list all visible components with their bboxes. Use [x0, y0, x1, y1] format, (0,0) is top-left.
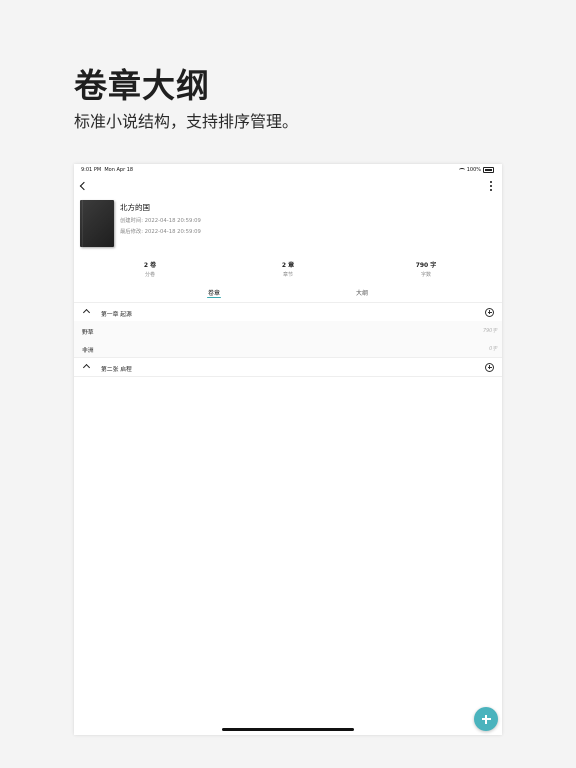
- book-title: 北方的国: [120, 203, 150, 212]
- book-cover[interactable]: [80, 200, 114, 247]
- stat-value: 790 字: [415, 262, 437, 269]
- stat-words: 790 字 字数: [391, 260, 461, 278]
- chevron-up-icon[interactable]: [82, 308, 91, 316]
- volume-title: 第二张 启程: [101, 366, 132, 373]
- stat-volumes: 2 卷 分卷: [115, 260, 185, 278]
- tab-outline[interactable]: 大纲: [342, 288, 382, 297]
- volume-title: 第一章 起源: [101, 311, 132, 318]
- status-right: 100%: [458, 167, 494, 173]
- book-info: 北方的国 创建时间: 2022-04-18 20:59:09 最后修改: 202…: [80, 200, 490, 250]
- volume-row[interactable]: 第一章 起源: [74, 303, 502, 322]
- stat-value: 2 章: [281, 262, 295, 269]
- tab-active-indicator: [207, 297, 221, 299]
- more-options-button[interactable]: [486, 179, 496, 193]
- more-vertical-icon: [490, 181, 492, 183]
- add-volume-fab-button[interactable]: [474, 707, 498, 731]
- chapter-title: 非洲: [82, 347, 94, 354]
- app-screen: 9:01 PM Mon Apr 18 100% 北方的国 创建时间: 2022-…: [74, 164, 502, 735]
- stat-chapters: 2 章 章节: [253, 260, 323, 278]
- promo-title: 卷章大纲: [74, 66, 210, 105]
- back-button[interactable]: [78, 181, 90, 193]
- status-time-text: 9:01 PM: [81, 167, 102, 173]
- more-vertical-icon-dot: [490, 189, 492, 191]
- stat-label: 章节: [282, 272, 293, 278]
- stat-label: 字数: [420, 272, 431, 278]
- chapter-row[interactable]: 非洲 0字: [74, 339, 502, 358]
- chapter-row[interactable]: 野草 790字: [74, 321, 502, 340]
- tab-volumes-chapters[interactable]: 卷章: [194, 288, 234, 297]
- chevron-up-icon[interactable]: [82, 363, 91, 371]
- status-date-text: Mon Apr 18: [104, 167, 134, 173]
- book-stats: 2 卷 分卷 2 章 章节 790 字 字数: [74, 260, 502, 278]
- stat-value: 2 卷: [143, 262, 157, 269]
- add-chapter-icon[interactable]: [485, 362, 494, 372]
- add-chapter-icon[interactable]: [485, 307, 494, 317]
- book-created-time: 创建时间: 2022-04-18 20:59:09: [120, 218, 201, 224]
- nav-bar: [74, 176, 502, 196]
- battery-percent: 100%: [466, 167, 481, 173]
- book-modified-time: 最后修改: 2022-04-18 20:59:09: [120, 229, 201, 235]
- stat-label: 分卷: [144, 272, 155, 278]
- more-vertical-icon-dot: [490, 185, 492, 187]
- status-time: 9:01 PM Mon Apr 18: [81, 167, 133, 173]
- tab-bar: 卷章 大纲: [74, 288, 502, 303]
- home-indicator[interactable]: [222, 728, 354, 731]
- promo-subtitle: 标准小说结构，支持排序管理。: [74, 112, 299, 131]
- status-bar: 9:01 PM Mon Apr 18 100%: [74, 164, 502, 176]
- volume-row[interactable]: 第二张 启程: [74, 358, 502, 377]
- wifi-icon: [458, 168, 465, 172]
- chapter-title: 野草: [82, 329, 94, 336]
- battery-icon: [483, 167, 494, 173]
- chapter-word-count: 790字: [483, 329, 497, 334]
- chapter-word-count: 0字: [489, 347, 497, 352]
